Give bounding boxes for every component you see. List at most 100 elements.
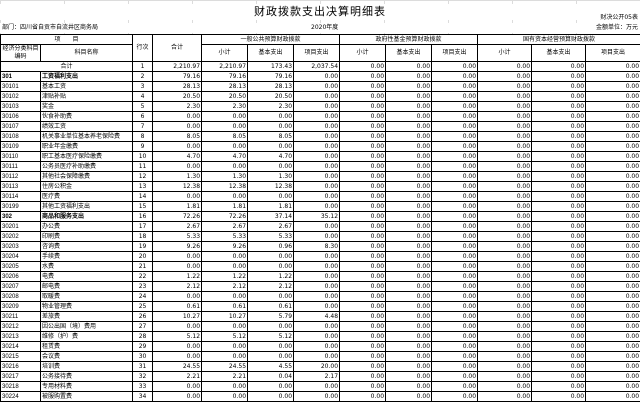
cell-item-name[interactable]: 绩效工资 bbox=[39, 121, 134, 132]
cell-amount[interactable]: 0.00 bbox=[531, 141, 587, 152]
cell-amount[interactable]: 0.00 bbox=[431, 201, 479, 212]
cell-amount[interactable]: 5.33 bbox=[152, 231, 203, 242]
cell-amount[interactable]: 2.12 bbox=[152, 281, 203, 292]
cell-econ-code[interactable]: 301 bbox=[0, 71, 41, 82]
cell-amount[interactable]: 0.00 bbox=[477, 241, 533, 252]
cell-amount[interactable]: 0.00 bbox=[385, 171, 433, 182]
header-item-name[interactable]: 科目名称 bbox=[39, 44, 134, 62]
cell-amount[interactable]: 0.00 bbox=[293, 131, 341, 142]
cell-item-name[interactable]: 伙食补助费 bbox=[39, 111, 134, 122]
cell-amount[interactable]: 0.00 bbox=[431, 301, 479, 312]
cell-amount[interactable]: 0.00 bbox=[585, 301, 640, 312]
cell-amount[interactable]: 0.00 bbox=[385, 281, 433, 292]
cell-amount[interactable]: 0.00 bbox=[531, 71, 587, 82]
cell-amount[interactable]: 0.00 bbox=[385, 271, 433, 282]
cell-amount[interactable]: 8.05 bbox=[152, 131, 203, 142]
cell-amount[interactable]: 12.38 bbox=[201, 181, 249, 192]
cell-amount[interactable]: 0.00 bbox=[339, 361, 387, 372]
cell-item-name[interactable]: 其他社会保障缴费 bbox=[39, 171, 134, 182]
cell-amount[interactable]: 0.00 bbox=[385, 311, 433, 322]
cell-econ-code[interactable]: 30211 bbox=[0, 311, 41, 322]
cell-amount[interactable]: 0.00 bbox=[247, 391, 295, 402]
cell-amount[interactable]: 0.00 bbox=[477, 391, 533, 402]
cell-amount[interactable]: 0.00 bbox=[152, 191, 203, 202]
cell-amount[interactable]: 0.00 bbox=[477, 101, 533, 112]
cell-amount[interactable]: 0.00 bbox=[339, 161, 387, 172]
cell-amount[interactable]: 0.00 bbox=[152, 391, 203, 402]
cell-seq[interactable]: 12 bbox=[132, 171, 154, 182]
cell-seq[interactable]: 13 bbox=[132, 181, 154, 192]
cell-amount[interactable]: 0.00 bbox=[431, 381, 479, 392]
cell-amount[interactable]: 4.70 bbox=[247, 151, 295, 162]
cell-amount[interactable]: 0.00 bbox=[531, 251, 587, 262]
cell-econ-code[interactable]: 30112 bbox=[0, 171, 41, 182]
cell-amount[interactable]: 0.00 bbox=[477, 91, 533, 102]
cell-amount[interactable]: 0.00 bbox=[477, 311, 533, 322]
cell-amount[interactable]: 0.00 bbox=[339, 111, 387, 122]
cell-amount[interactable]: 1.30 bbox=[152, 171, 203, 182]
cell-amount[interactable]: 0.00 bbox=[431, 291, 479, 302]
cell-amount[interactable]: 0.00 bbox=[385, 391, 433, 402]
cell-amount[interactable]: 0.00 bbox=[585, 341, 640, 352]
cell-amount[interactable]: 0.00 bbox=[531, 181, 587, 192]
cell-econ-code[interactable]: 30199 bbox=[0, 201, 41, 212]
cell-amount[interactable]: 0.00 bbox=[152, 291, 203, 302]
cell-amount[interactable]: 2.21 bbox=[152, 371, 203, 382]
cell-seq[interactable]: 1 bbox=[132, 61, 154, 72]
cell-seq[interactable]: 24 bbox=[132, 291, 154, 302]
cell-amount[interactable]: 0.00 bbox=[477, 191, 533, 202]
cell-amount[interactable]: 0.00 bbox=[385, 131, 433, 142]
cell-amount[interactable]: 0.00 bbox=[585, 311, 640, 322]
cell-amount[interactable]: 0.00 bbox=[293, 101, 341, 112]
cell-econ-code[interactable]: 30206 bbox=[0, 271, 41, 282]
header-fund-project[interactable]: 项目支出 bbox=[431, 44, 479, 62]
cell-amount[interactable]: 0.00 bbox=[585, 271, 640, 282]
cell-amount[interactable]: 0.00 bbox=[293, 281, 341, 292]
cell-amount[interactable]: 5.79 bbox=[247, 311, 295, 322]
cell-amount[interactable]: 0.00 bbox=[585, 111, 640, 122]
cell-amount[interactable]: 0.00 bbox=[585, 91, 640, 102]
cell-amount[interactable]: 20.50 bbox=[247, 91, 295, 102]
cell-amount[interactable]: 1.81 bbox=[152, 201, 203, 212]
cell-econ-code[interactable]: 30203 bbox=[0, 241, 41, 252]
cell-amount[interactable]: 0.00 bbox=[339, 311, 387, 322]
cell-amount[interactable]: 0.00 bbox=[431, 191, 479, 202]
cell-econ-code[interactable]: 30101 bbox=[0, 81, 41, 92]
cell-amount[interactable]: 24.55 bbox=[201, 361, 249, 372]
cell-amount[interactable]: 0.00 bbox=[293, 301, 341, 312]
cell-amount[interactable]: 2.12 bbox=[247, 281, 295, 292]
cell-item-name[interactable]: 津贴补贴 bbox=[39, 91, 134, 102]
cell-amount[interactable]: 0.00 bbox=[531, 351, 587, 362]
cell-amount[interactable]: 0.00 bbox=[585, 201, 640, 212]
cell-econ-code[interactable]: 30103 bbox=[0, 101, 41, 112]
cell-amount[interactable]: 0.00 bbox=[531, 371, 587, 382]
header-general-basic[interactable]: 基本支出 bbox=[247, 44, 295, 62]
cell-amount[interactable]: 0.00 bbox=[201, 121, 249, 132]
cell-amount[interactable]: 0.00 bbox=[339, 81, 387, 92]
cell-amount[interactable]: 0.00 bbox=[293, 351, 341, 362]
cell-amount[interactable]: 0.00 bbox=[385, 211, 433, 222]
cell-amount[interactable]: 0.00 bbox=[152, 321, 203, 332]
header-fund-subtotal[interactable]: 小计 bbox=[339, 44, 387, 62]
cell-amount[interactable]: 0.00 bbox=[431, 141, 479, 152]
cell-amount[interactable]: 0.00 bbox=[339, 211, 387, 222]
cell-econ-code[interactable]: 30102 bbox=[0, 91, 41, 102]
cell-amount[interactable]: 0.00 bbox=[431, 261, 479, 272]
cell-amount[interactable]: 0.00 bbox=[152, 161, 203, 172]
cell-amount[interactable]: 0.00 bbox=[431, 231, 479, 242]
cell-item-name[interactable]: 专用材料费 bbox=[39, 381, 134, 392]
cell-amount[interactable]: 0.00 bbox=[477, 281, 533, 292]
cell-seq[interactable]: 17 bbox=[132, 221, 154, 232]
cell-amount[interactable]: 1.22 bbox=[247, 271, 295, 282]
cell-amount[interactable]: 0.00 bbox=[293, 91, 341, 102]
cell-amount[interactable]: 0.00 bbox=[431, 111, 479, 122]
cell-amount[interactable]: 0.00 bbox=[585, 371, 640, 382]
cell-amount[interactable]: 0.00 bbox=[585, 261, 640, 272]
cell-amount[interactable]: 0.00 bbox=[477, 251, 533, 262]
cell-amount[interactable]: 0.00 bbox=[385, 371, 433, 382]
cell-amount[interactable]: 0.00 bbox=[477, 231, 533, 242]
cell-amount[interactable]: 0.00 bbox=[431, 81, 479, 92]
cell-amount[interactable]: 0.00 bbox=[247, 381, 295, 392]
cell-amount[interactable]: 0.00 bbox=[477, 341, 533, 352]
cell-amount[interactable]: 0.00 bbox=[477, 181, 533, 192]
